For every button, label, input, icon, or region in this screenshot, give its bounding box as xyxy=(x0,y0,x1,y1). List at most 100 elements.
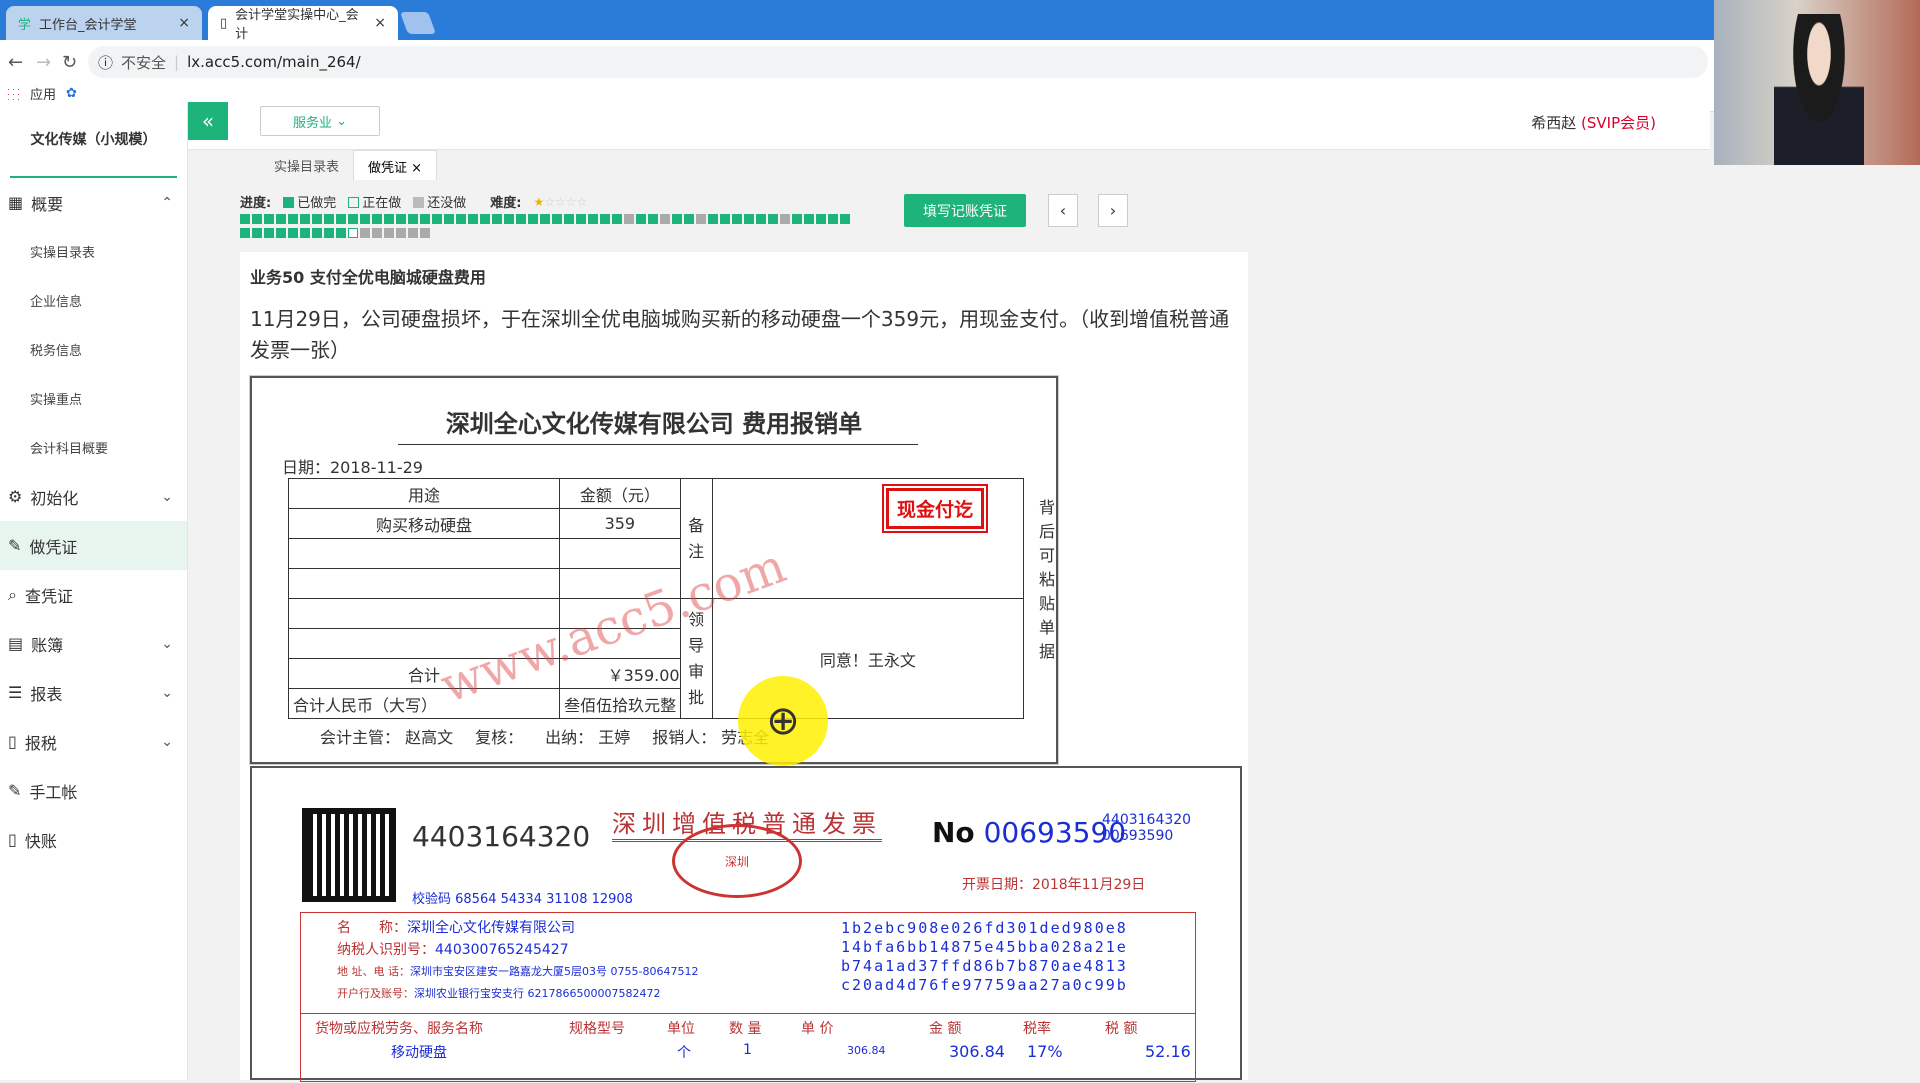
progress-cell[interactable] xyxy=(324,214,334,224)
new-tab-button[interactable] xyxy=(399,12,437,34)
close-icon[interactable]: × xyxy=(411,161,422,176)
progress-cell[interactable] xyxy=(684,214,694,224)
progress-cell[interactable] xyxy=(516,214,526,224)
progress-cell[interactable] xyxy=(648,214,658,224)
browser-tab-practice[interactable]: ▯ 会计学堂实操中心_会计 × xyxy=(208,6,398,42)
progress-cell[interactable] xyxy=(264,228,274,238)
progress-cell[interactable] xyxy=(504,214,514,224)
progress-cell[interactable] xyxy=(660,214,670,224)
progress-cell[interactable] xyxy=(288,214,298,224)
progress-cell[interactable] xyxy=(600,214,610,224)
progress-cell[interactable] xyxy=(792,214,802,224)
sidebar-item-ledger[interactable]: ▤ 账簿 ⌄ xyxy=(0,619,187,668)
progress-cell[interactable] xyxy=(408,228,418,238)
progress-cell[interactable] xyxy=(444,214,454,224)
progress-cell[interactable] xyxy=(696,214,706,224)
progress-cell[interactable] xyxy=(528,214,538,224)
progress-cell[interactable] xyxy=(432,214,442,224)
progress-cell[interactable] xyxy=(396,228,406,238)
progress-cell[interactable] xyxy=(252,228,262,238)
progress-cell[interactable] xyxy=(384,228,394,238)
progress-cell[interactable] xyxy=(744,214,754,224)
progress-cell[interactable] xyxy=(264,214,274,224)
reimbursement-form-image[interactable]: 深圳全心文化传媒有限公司 费用报销单 日期：2018-11-29 用途 金额（元… xyxy=(250,376,1058,766)
progress-cell[interactable] xyxy=(624,214,634,224)
progress-cell[interactable] xyxy=(384,214,394,224)
progress-cell[interactable] xyxy=(588,214,598,224)
progress-cell[interactable] xyxy=(348,214,358,224)
progress-cell[interactable] xyxy=(276,228,286,238)
progress-cell[interactable] xyxy=(324,228,334,238)
collapse-sidebar-button[interactable]: « xyxy=(188,102,228,140)
progress-cell[interactable] xyxy=(816,214,826,224)
progress-cell[interactable] xyxy=(552,214,562,224)
progress-cell[interactable] xyxy=(468,214,478,224)
progress-cell[interactable] xyxy=(828,214,838,224)
progress-cell[interactable] xyxy=(312,214,322,224)
progress-cell[interactable] xyxy=(576,214,586,224)
paw-icon[interactable]: ✿ xyxy=(66,86,77,101)
browser-tab-workbench[interactable]: 学 工作台_会计学堂 × xyxy=(6,6,202,40)
progress-cell[interactable] xyxy=(612,214,622,224)
progress-cell[interactable] xyxy=(360,214,370,224)
progress-cell[interactable] xyxy=(240,214,250,224)
sidebar-subitem-company-info[interactable]: 企业信息 xyxy=(0,276,187,325)
progress-cell[interactable] xyxy=(300,228,310,238)
sidebar-item-query-voucher[interactable]: ⌕ 查凭证 xyxy=(0,570,187,619)
progress-cell[interactable] xyxy=(768,214,778,224)
progress-cell[interactable] xyxy=(360,228,370,238)
sidebar-item-overview[interactable]: ▦ 概要 ⌃ xyxy=(0,178,187,227)
progress-cell[interactable] xyxy=(804,214,814,224)
sidebar-item-make-voucher[interactable]: ✎ 做凭证 xyxy=(0,521,187,570)
progress-cell[interactable] xyxy=(420,214,430,224)
progress-cell[interactable] xyxy=(300,214,310,224)
next-button[interactable]: › xyxy=(1098,194,1128,227)
url-field[interactable]: ⓘ 不安全 | lx.acc5.com/main_264/ xyxy=(88,46,1708,78)
sidebar-subitem-tax-info[interactable]: 税务信息 xyxy=(0,325,187,374)
progress-cell[interactable] xyxy=(564,214,574,224)
tab-catalog[interactable]: 实操目录表 xyxy=(260,150,353,180)
progress-cell[interactable] xyxy=(312,228,322,238)
reload-icon[interactable]: ↻ xyxy=(62,52,77,73)
progress-cell[interactable] xyxy=(780,214,790,224)
progress-cell[interactable] xyxy=(336,228,346,238)
close-icon[interactable]: × xyxy=(374,15,386,31)
tab-make-voucher[interactable]: 做凭证 × xyxy=(353,150,438,180)
progress-cell[interactable] xyxy=(492,214,502,224)
sidebar-item-tax-filing[interactable]: ▯ 报税 ⌄ xyxy=(0,717,187,766)
progress-cell[interactable] xyxy=(336,214,346,224)
sidebar-subitem-catalog[interactable]: 实操目录表 xyxy=(0,227,187,276)
progress-cell[interactable] xyxy=(732,214,742,224)
progress-cell[interactable] xyxy=(708,214,718,224)
user-info[interactable]: 希西赵 (SVIP会员) xyxy=(1531,112,1656,133)
close-icon[interactable]: × xyxy=(178,15,190,31)
progress-cell[interactable] xyxy=(456,214,466,224)
sidebar-item-init[interactable]: ⚙ 初始化 ⌄ xyxy=(0,472,187,521)
progress-cell[interactable] xyxy=(840,214,850,224)
sidebar-subitem-key-points[interactable]: 实操重点 xyxy=(0,374,187,423)
vat-invoice-image[interactable]: 4403164320 深圳增值税普通发票 深圳 No 00693590 4403… xyxy=(250,766,1242,1082)
progress-cell[interactable] xyxy=(408,214,418,224)
progress-cell[interactable] xyxy=(276,214,286,224)
apps-bookmark[interactable]: 应用 xyxy=(30,84,56,103)
back-arrow-icon[interactable]: ← xyxy=(8,52,23,73)
sidebar-item-manual-ledger[interactable]: ✎ 手工帐 xyxy=(0,766,187,815)
progress-cell[interactable] xyxy=(288,228,298,238)
progress-cell[interactable] xyxy=(252,214,262,224)
sidebar-item-quick-ledger[interactable]: ▯ 快账 xyxy=(0,815,187,864)
industry-dropdown[interactable]: 服务业 ⌄ xyxy=(260,106,380,136)
progress-cell[interactable] xyxy=(372,228,382,238)
progress-cell[interactable] xyxy=(720,214,730,224)
prev-button[interactable]: ‹ xyxy=(1048,194,1078,227)
progress-cell[interactable] xyxy=(636,214,646,224)
progress-cell[interactable] xyxy=(672,214,682,224)
forward-arrow-icon[interactable]: → xyxy=(36,52,51,73)
progress-cell[interactable] xyxy=(240,228,250,238)
sidebar-item-reports[interactable]: ☰ 报表 ⌄ xyxy=(0,668,187,717)
progress-cell[interactable] xyxy=(372,214,382,224)
progress-cell[interactable] xyxy=(480,214,490,224)
fill-voucher-button[interactable]: 填写记账凭证 xyxy=(904,194,1026,227)
progress-cell[interactable] xyxy=(756,214,766,224)
sidebar-subitem-accounts[interactable]: 会计科目概要 xyxy=(0,423,187,472)
progress-cell[interactable] xyxy=(420,228,430,238)
